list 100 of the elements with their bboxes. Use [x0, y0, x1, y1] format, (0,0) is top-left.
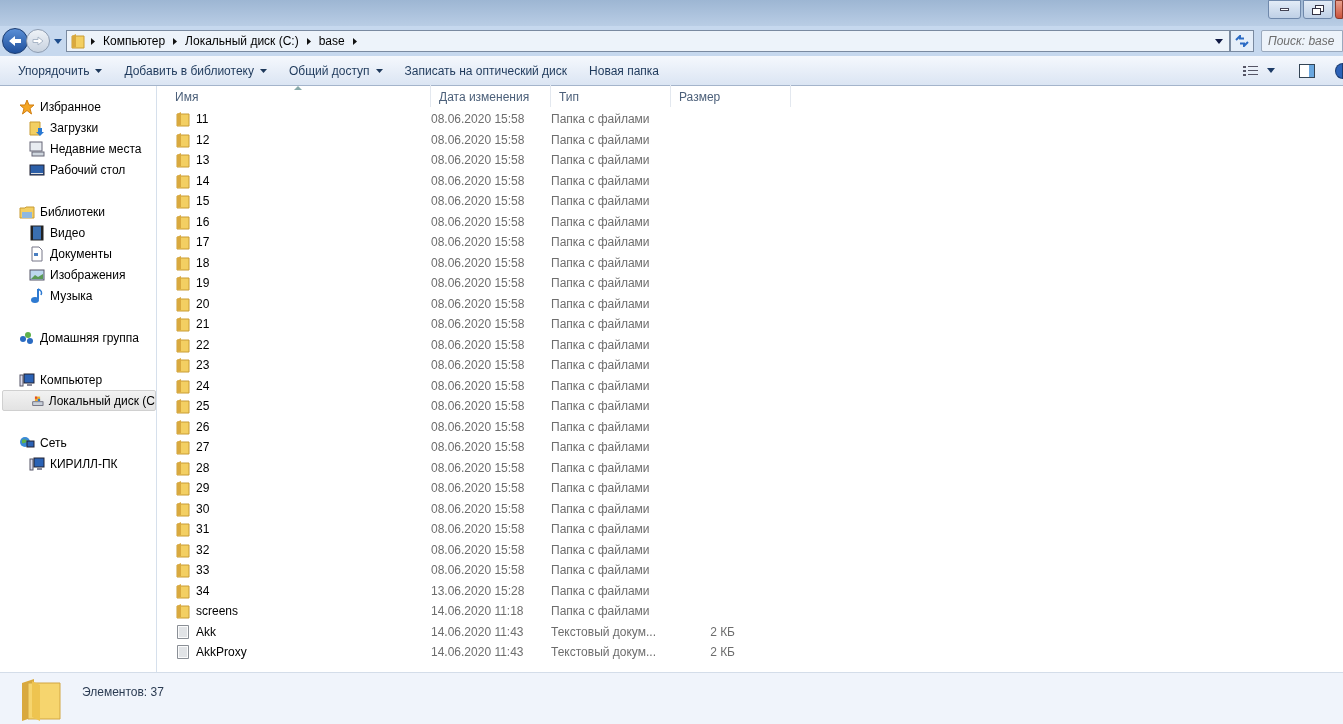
type-cell-text: Папка с файлами: [551, 541, 651, 559]
breadcrumb[interactable]: Компьютер: [101, 32, 168, 50]
file-name[interactable]: screens: [196, 602, 239, 621]
sidebar-item[interactable]: Недавние места: [0, 138, 156, 159]
folder-icon: [176, 295, 190, 312]
restore-button[interactable]: [1303, 0, 1333, 19]
address-bar[interactable]: Компьютер Локальный диск (C:) base: [66, 30, 1230, 52]
file-name[interactable]: 22: [196, 335, 210, 354]
toolbar-button[interactable]: Записать на оптический диск: [394, 58, 578, 83]
recent-places-icon: [29, 140, 45, 157]
sidebar-item[interactable]: Локальный диск (С: [2, 390, 156, 411]
sidebar-group[interactable]: Библиотеки: [0, 201, 156, 222]
text-file-icon: [176, 623, 190, 640]
type-cell-text: Папка с файлами: [551, 500, 651, 518]
file-name[interactable]: 25: [196, 397, 210, 416]
sidebar-item[interactable]: Рабочий стол: [0, 159, 156, 180]
breadcrumb[interactable]: Локальный диск (C:): [183, 32, 301, 50]
dropdown-arrow-icon[interactable]: [54, 38, 62, 44]
file-name[interactable]: Akk: [196, 622, 216, 641]
date-cell-text: 08.06.2020 15:58: [431, 541, 526, 559]
toolbar-button[interactable]: Добавить в библиотеку: [114, 58, 277, 83]
column-header[interactable]: Дата изменения: [431, 85, 551, 107]
file-name[interactable]: 23: [196, 356, 210, 375]
picture-icon: [29, 266, 45, 283]
file-name[interactable]: 18: [196, 253, 210, 272]
date-cell-text: 08.06.2020 15:58: [431, 213, 526, 231]
sidebar-group[interactable]: Домашняя группа: [0, 327, 156, 348]
view-options-icon[interactable]: [1243, 64, 1259, 77]
file-name[interactable]: 12: [196, 130, 210, 149]
file-name[interactable]: 16: [196, 212, 210, 231]
toolbar-button[interactable]: Новая папка: [579, 58, 670, 83]
sidebar-item[interactable]: КИРИЛЛ-ПК: [0, 453, 156, 474]
preview-pane-icon[interactable]: [1299, 63, 1315, 78]
date-cell-text: 08.06.2020 15:58: [431, 562, 526, 580]
file-name[interactable]: 30: [196, 499, 210, 518]
file-name[interactable]: 17: [196, 233, 210, 252]
breadcrumb-separator-icon[interactable]: [352, 37, 357, 45]
date-cell-text: 08.06.2020 15:58: [431, 234, 526, 252]
date-cell-text: 08.06.2020 15:58: [431, 336, 526, 354]
date-cell-text: 08.06.2020 15:58: [431, 418, 526, 436]
date-cell-text: 08.06.2020 15:58: [431, 439, 526, 457]
breadcrumb-separator-icon[interactable]: [173, 37, 178, 45]
column-header[interactable]: Тип: [551, 85, 671, 107]
date-cell-text: 08.06.2020 15:58: [431, 521, 526, 539]
search-field[interactable]: Поиск: base: [1261, 30, 1343, 52]
file-name[interactable]: AkkProxy: [196, 643, 247, 662]
date-cell-text: 08.06.2020 15:58: [431, 398, 526, 416]
column-header[interactable]: Имя: [167, 85, 431, 107]
type-cell-text: Папка с файлами: [551, 131, 651, 149]
toolbar-button[interactable]: Общий доступ: [278, 58, 393, 83]
breadcrumb-separator-icon[interactable]: [306, 37, 311, 45]
date-cell-text: 14.06.2020 11:43: [431, 644, 525, 662]
sidebar-group[interactable]: Избранное: [0, 96, 156, 117]
column-header[interactable]: Размер: [671, 85, 791, 107]
breadcrumb[interactable]: base: [316, 32, 347, 50]
file-name[interactable]: 11: [196, 110, 209, 129]
sidebar-item[interactable]: Музыка: [0, 285, 156, 306]
sidebar-item[interactable]: Видео: [0, 222, 156, 243]
sidebar-group[interactable]: Сеть: [0, 432, 156, 453]
file-name[interactable]: 27: [196, 438, 210, 457]
folder-icon: [176, 562, 190, 579]
file-name[interactable]: 24: [196, 376, 210, 395]
toolbar-button[interactable]: Упорядочить: [8, 58, 113, 83]
file-name[interactable]: 29: [196, 479, 210, 498]
homegroup-icon: [19, 329, 35, 346]
file-name[interactable]: 28: [196, 458, 210, 477]
folder-icon: [176, 275, 190, 292]
minimize-button[interactable]: [1268, 0, 1301, 19]
file-name[interactable]: 34: [196, 581, 210, 600]
type-cell-text: Папка с файлами: [551, 603, 651, 621]
file-name[interactable]: 19: [196, 274, 210, 293]
folder-icon: [176, 172, 190, 189]
file-name[interactable]: 13: [196, 151, 210, 170]
file-name[interactable]: 33: [196, 561, 210, 580]
file-name[interactable]: 32: [196, 540, 210, 559]
type-cell-text: Папка с файлами: [551, 152, 651, 170]
refresh-button[interactable]: [1230, 30, 1254, 52]
network-icon: [19, 434, 35, 451]
folder-icon: [176, 131, 190, 148]
back-button[interactable]: [2, 28, 28, 54]
file-name[interactable]: 21: [196, 315, 210, 334]
desktop-icon: [29, 161, 45, 178]
file-name[interactable]: 31: [196, 520, 210, 539]
sidebar-item[interactable]: Документы: [0, 243, 156, 264]
caret-icon[interactable]: [1267, 68, 1275, 73]
close-button[interactable]: [1335, 0, 1343, 19]
file-name[interactable]: 20: [196, 294, 210, 313]
refresh-icon: [1235, 35, 1249, 47]
dropdown-arrow-icon[interactable]: [1215, 38, 1223, 44]
sidebar-item[interactable]: Загрузки: [0, 117, 156, 138]
folder-icon: [176, 336, 190, 353]
sidebar-group[interactable]: Компьютер: [0, 369, 156, 390]
file-name[interactable]: 15: [196, 192, 210, 211]
folder-icon: [176, 111, 190, 128]
file-name[interactable]: 14: [196, 171, 210, 190]
sidebar-item[interactable]: Изображения: [0, 264, 156, 285]
file-name[interactable]: 26: [196, 417, 210, 436]
help-icon[interactable]: [1335, 62, 1343, 79]
breadcrumb-separator-icon[interactable]: [91, 37, 95, 45]
library-icon: [19, 203, 35, 220]
